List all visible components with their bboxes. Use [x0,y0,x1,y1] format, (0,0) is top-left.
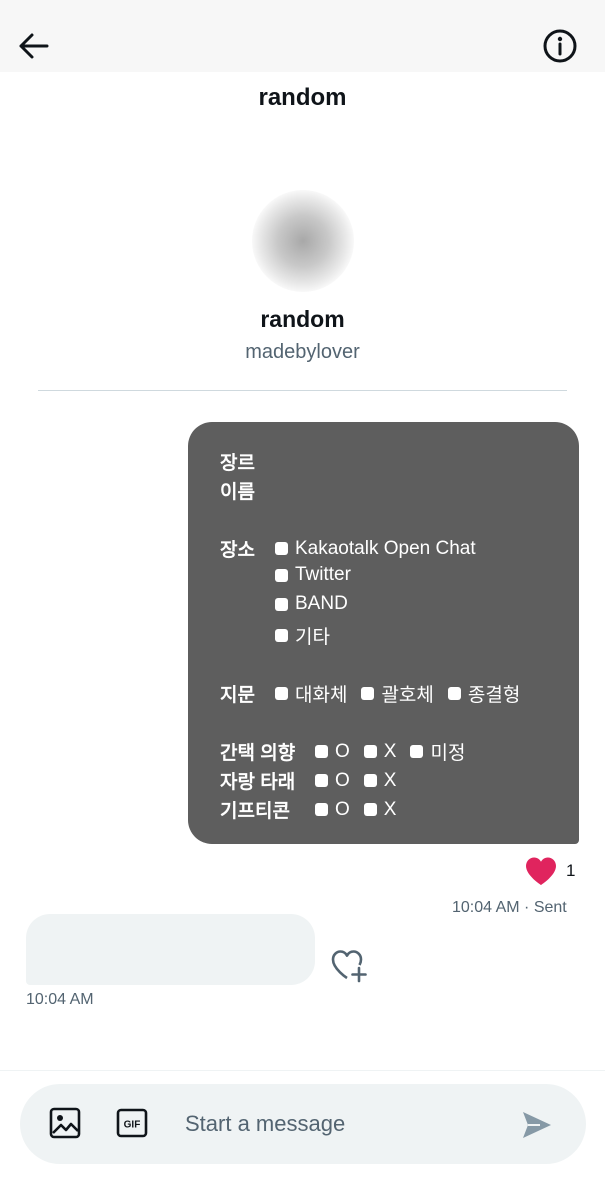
checkbox [363,745,377,758]
checkbox [275,687,288,700]
interest-option: O [315,741,350,763]
checkbox [410,745,424,758]
back-button[interactable] [14,26,54,66]
reaction-count: 1 [566,861,576,880]
checkbox [361,687,375,700]
self-promo-option-label: X [383,769,397,791]
message-reaction[interactable]: 1 [524,856,575,886]
message-input[interactable] [185,1106,505,1142]
gifticon-option-label: X [383,798,397,820]
narration-option-label: 종결형 [467,685,521,706]
checkbox [363,774,377,787]
message-composer: GIF [20,1084,586,1164]
genre-label: 장르 [220,453,255,474]
place-option-label: 기타 [295,627,330,648]
checkbox [275,597,288,611]
narration-row: 지문 대화체 괄호체 종결형 [220,680,534,707]
heart-icon [526,857,556,885]
info-icon [543,29,577,63]
place-row: Twitter [275,564,365,586]
gifticon-row: 기프티콘 O X [220,796,410,823]
genre-row: 장르 [220,448,255,475]
place-option: 기타 [275,622,330,649]
narration-option-label: 대화체 [295,685,348,706]
self-promo-option: X [363,769,397,792]
name-label: 이름 [220,482,255,503]
incoming-message-bubble[interactable] [26,914,315,985]
gif-button[interactable]: GIF [115,1106,149,1140]
gifticon-option: X [363,798,397,821]
narration-option: 대화체 [275,680,347,707]
name-row: 이름 [220,477,255,504]
narration-label: 지문 [220,685,255,706]
checkbox [275,568,288,582]
self-promo-option: O [315,770,350,792]
interest-option-label: O [335,740,350,762]
interest-label: 간택 의향 [220,743,296,764]
outgoing-message-bubble[interactable]: 장르 이름 장소 Kakaotalk Open Chat Twitter BAN… [188,422,579,844]
self-promo-row: 자랑 타래 O X [220,767,410,794]
interest-row: 간택 의향 O X 미정 [220,738,479,765]
interest-option-label: X [383,740,397,762]
gif-icon: GIF [116,1108,148,1138]
checkbox [447,687,461,700]
interest-option-label: 미정 [430,743,466,764]
narration-option: 종결형 [447,680,521,707]
gifticon-option: O [315,799,350,821]
place-option: Twitter [275,564,351,586]
received-timestamp: 10:04 AM [26,991,94,1008]
place-row: 장소 Kakaotalk Open Chat [220,535,490,562]
place-row: BAND [275,593,362,615]
send-icon [523,1112,551,1138]
checkbox [315,803,328,816]
self-promo-option-label: O [335,769,350,791]
place-row: 기타 [275,622,344,649]
arrow-left-icon [19,33,49,59]
profile-handle[interactable]: madebylover [0,341,605,364]
place-option: BAND [275,593,348,615]
narration-option-label: 괄호체 [381,685,434,706]
self-promo-label: 자랑 타래 [220,772,296,793]
gifticon-label: 기프티콘 [220,801,290,822]
avatar[interactable] [252,190,354,292]
place-option-label: BAND [295,593,348,614]
place-option: Kakaotalk Open Chat [275,538,476,560]
gifticon-option-label: O [335,798,350,820]
conversation-title: random [258,84,347,111]
checkbox [315,745,328,758]
composer-divider [0,1070,605,1071]
info-button[interactable] [540,26,580,66]
svg-text:GIF: GIF [124,1120,141,1131]
divider [38,390,567,391]
checkbox [275,542,288,555]
checkbox [363,803,377,816]
sent-timestamp: 10:04 AM · Sent [452,899,567,916]
checkbox [315,774,328,787]
checkbox [275,629,288,642]
top-bar [0,0,605,72]
interest-option: X [363,740,397,763]
profile-name[interactable]: random [0,306,605,333]
interest-option: 미정 [410,738,465,765]
place-label: 장소 [220,540,255,561]
send-button[interactable] [520,1108,554,1142]
place-option-label: Kakaotalk Open Chat [295,537,476,559]
image-icon [49,1107,81,1139]
narration-option: 괄호체 [361,680,434,707]
media-button[interactable] [48,1106,82,1140]
place-option-label: Twitter [295,564,351,585]
heart-plus-icon [331,950,367,983]
add-reaction-button[interactable] [330,948,368,984]
